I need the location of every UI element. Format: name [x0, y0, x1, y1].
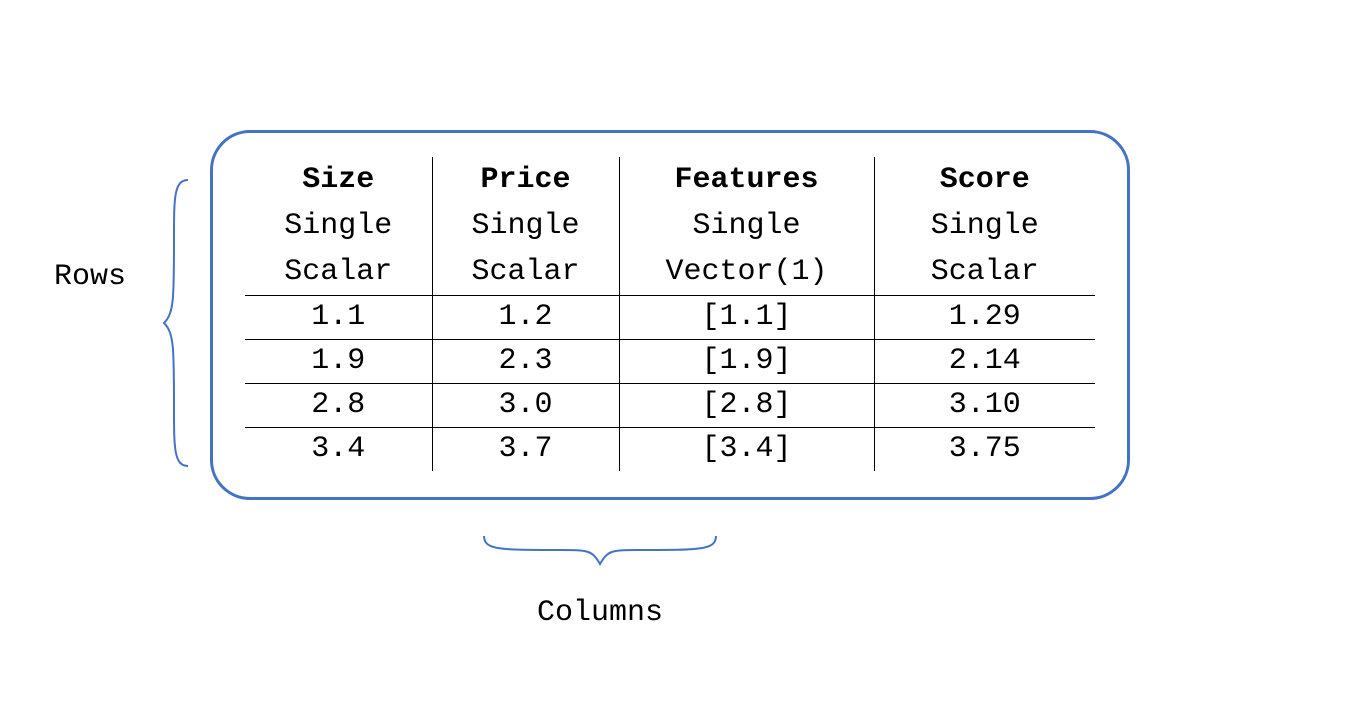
cell-price: 2.3 [432, 339, 619, 383]
table-row: 1.9 2.3 [1.9] 2.14 [245, 339, 1095, 383]
rows-brace-icon [160, 178, 194, 468]
col-header-meta: Single [874, 203, 1095, 249]
col-header-type: Vector(1) [619, 249, 874, 295]
cell-size: 3.4 [245, 427, 432, 471]
col-header-name: Score [874, 157, 1095, 203]
cell-features: [2.8] [619, 383, 874, 427]
table-row: 3.4 3.7 [3.4] 3.75 [245, 427, 1095, 471]
table-frame: Size Price Features Score Single Single … [210, 130, 1130, 500]
col-header-type: Scalar [432, 249, 619, 295]
col-header-type: Scalar [245, 249, 432, 295]
col-header-meta: Single [245, 203, 432, 249]
cell-features: [3.4] [619, 427, 874, 471]
cell-price: 3.7 [432, 427, 619, 471]
columns-brace-icon [480, 530, 720, 570]
col-header-name: Size [245, 157, 432, 203]
cell-size: 2.8 [245, 383, 432, 427]
col-header-type: Scalar [874, 249, 1095, 295]
cell-score: 1.29 [874, 295, 1095, 339]
col-header-name: Price [432, 157, 619, 203]
table-row: 2.8 3.0 [2.8] 3.10 [245, 383, 1095, 427]
col-header-meta: Single [432, 203, 619, 249]
table-row: 1.1 1.2 [1.1] 1.29 [245, 295, 1095, 339]
cell-score: 3.10 [874, 383, 1095, 427]
cell-score: 2.14 [874, 339, 1095, 383]
rows-axis-label: Rows [30, 260, 150, 294]
diagram-stage: Rows Size Price Features Score Single Si… [0, 0, 1354, 724]
cell-price: 1.2 [432, 295, 619, 339]
cell-features: [1.1] [619, 295, 874, 339]
cell-size: 1.1 [245, 295, 432, 339]
cell-features: [1.9] [619, 339, 874, 383]
columns-axis-label: Columns [480, 596, 720, 630]
col-header-meta: Single [619, 203, 874, 249]
data-table: Size Price Features Score Single Single … [245, 157, 1095, 471]
cell-price: 3.0 [432, 383, 619, 427]
col-header-name: Features [619, 157, 874, 203]
cell-score: 3.75 [874, 427, 1095, 471]
cell-size: 1.9 [245, 339, 432, 383]
